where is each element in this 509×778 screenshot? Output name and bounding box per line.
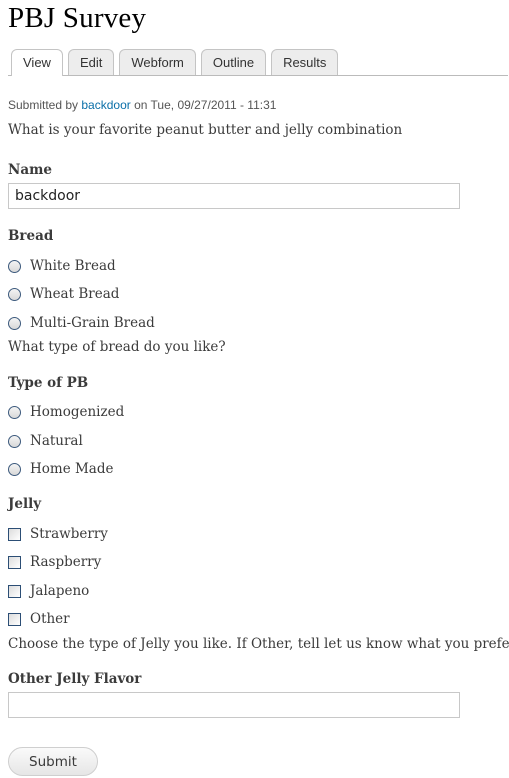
jelly-option-other[interactable]: Other: [8, 610, 70, 628]
option-label: Strawberry: [30, 526, 108, 542]
tab-bar: View Edit Webform Outline Results: [8, 48, 508, 76]
jelly-option-jalapeno[interactable]: Jalapeno: [8, 582, 89, 600]
jelly-label: Jelly: [8, 496, 42, 512]
radio-button[interactable]: [8, 434, 21, 448]
pb-label: Type of PB: [8, 375, 89, 391]
option-label: Wheat Bread: [30, 286, 120, 302]
submitted-date: on Tue, 09/27/2011 - 11:31: [130, 98, 277, 112]
option-label: Multi-Grain Bread: [30, 315, 155, 331]
option-label: Jalapeno: [30, 583, 90, 599]
tab-view[interactable]: View: [11, 49, 63, 76]
radio-button[interactable]: [8, 287, 21, 301]
bread-option-wheat[interactable]: Wheat Bread: [8, 285, 119, 303]
name-label: Name: [8, 162, 52, 178]
other-jelly-flavor-label: Other Jelly Flavor: [8, 671, 142, 687]
tab-edit[interactable]: Edit: [67, 49, 115, 75]
tab-outline[interactable]: Outline: [200, 49, 267, 75]
jelly-option-strawberry[interactable]: Strawberry: [8, 525, 108, 543]
option-label: Home Made: [30, 461, 114, 477]
option-label: Natural: [30, 433, 83, 449]
radio-button[interactable]: [8, 405, 21, 419]
form-description: What is your favorite peanut butter and …: [8, 122, 403, 138]
submission-meta: Submitted by backdoor on Tue, 09/27/2011…: [8, 98, 276, 112]
radio-button[interactable]: [8, 316, 21, 330]
pb-option-homogenized[interactable]: Homogenized: [8, 403, 124, 421]
pb-option-natural[interactable]: Natural: [8, 432, 83, 450]
option-label: Raspberry: [30, 554, 102, 570]
submit-button[interactable]: Submit: [8, 747, 98, 776]
name-field[interactable]: [8, 183, 460, 209]
jelly-option-raspberry[interactable]: Raspberry: [8, 553, 101, 571]
jelly-help-text: Choose the type of Jelly you like. If Ot…: [8, 636, 509, 652]
tab-results[interactable]: Results: [271, 49, 339, 75]
radio-button[interactable]: [8, 462, 21, 476]
option-label: Other: [30, 611, 70, 627]
radio-button[interactable]: [8, 259, 21, 273]
option-label: Homogenized: [30, 404, 125, 420]
checkbox[interactable]: [8, 555, 21, 569]
bread-option-multigrain[interactable]: Multi-Grain Bread: [8, 314, 155, 332]
author-link[interactable]: backdoor: [81, 98, 130, 112]
checkbox[interactable]: [8, 584, 21, 598]
submitted-by-prefix: Submitted by: [8, 98, 82, 112]
checkbox[interactable]: [8, 612, 21, 626]
checkbox[interactable]: [8, 527, 21, 541]
bread-option-white[interactable]: White Bread: [8, 257, 116, 275]
bread-label: Bread: [8, 228, 54, 244]
option-label: White Bread: [30, 258, 116, 274]
bread-help-text: What type of bread do you like?: [8, 339, 226, 355]
tab-webform[interactable]: Webform: [119, 49, 196, 75]
other-jelly-flavor-field[interactable]: [8, 692, 460, 718]
page-title: PBJ Survey: [8, 2, 147, 34]
pb-option-homemade[interactable]: Home Made: [8, 460, 114, 478]
